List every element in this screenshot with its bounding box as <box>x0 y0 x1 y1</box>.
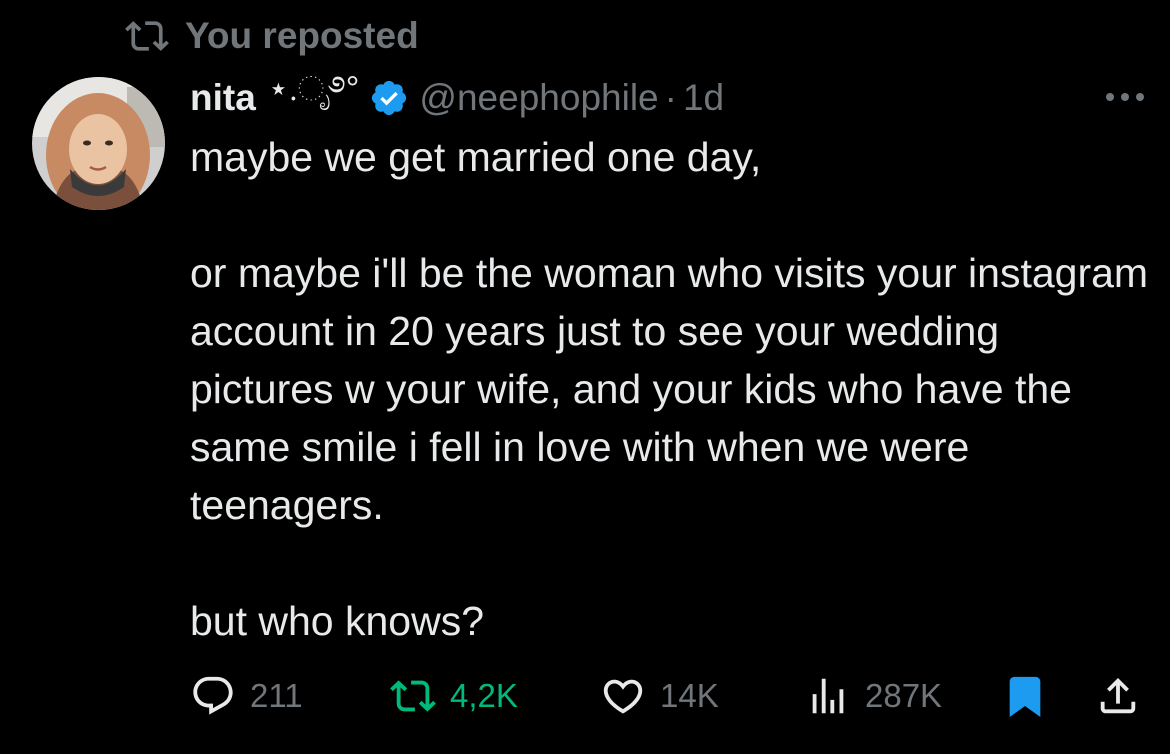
tweet-card[interactable]: You reposted nita ⋆.ೃ࿔° @neephophile · 1… <box>0 0 1170 754</box>
tweet-text: maybe we get married one day, or maybe i… <box>190 128 1150 650</box>
tweet-paragraph: but who knows? <box>190 598 485 644</box>
bookmark-button[interactable] <box>1002 668 1062 724</box>
like-count: 14K <box>660 677 719 714</box>
tweet-header: nita ⋆.ೃ࿔° @neephophile · 1d <box>190 70 724 122</box>
heart-icon <box>603 679 643 714</box>
views-chart-icon <box>812 678 844 714</box>
views-button[interactable]: 287K <box>805 668 942 724</box>
action-bar: 211 4,2K 14K 287K <box>190 668 1150 724</box>
tweet-paragraph: maybe we get married one day, <box>190 134 762 180</box>
verified-badge-icon[interactable] <box>369 78 409 118</box>
repost-button[interactable]: 4,2K <box>390 668 518 724</box>
like-button[interactable]: 14K <box>600 668 719 724</box>
header-separator: · <box>664 77 677 118</box>
view-count: 287K <box>865 677 943 714</box>
more-options-button[interactable] <box>1100 82 1150 112</box>
reply-count: 211 <box>250 677 303 714</box>
tweet-paragraph: or maybe i'll be the woman who visits yo… <box>190 250 1149 528</box>
repost-icon <box>390 680 436 712</box>
more-icon <box>1106 93 1144 101</box>
bookmark-icon <box>1009 676 1041 717</box>
timestamp[interactable]: 1d <box>683 77 724 119</box>
share-button[interactable] <box>1095 668 1155 724</box>
reply-icon <box>193 676 233 715</box>
reply-button[interactable]: 211 <box>190 668 303 724</box>
author-handle[interactable]: @neephophile <box>419 77 658 119</box>
avatar[interactable] <box>32 77 165 210</box>
repost-icon <box>125 21 169 51</box>
repost-count: 4,2K <box>450 677 518 714</box>
share-icon <box>1100 677 1136 714</box>
author-name[interactable]: nita <box>190 77 256 119</box>
